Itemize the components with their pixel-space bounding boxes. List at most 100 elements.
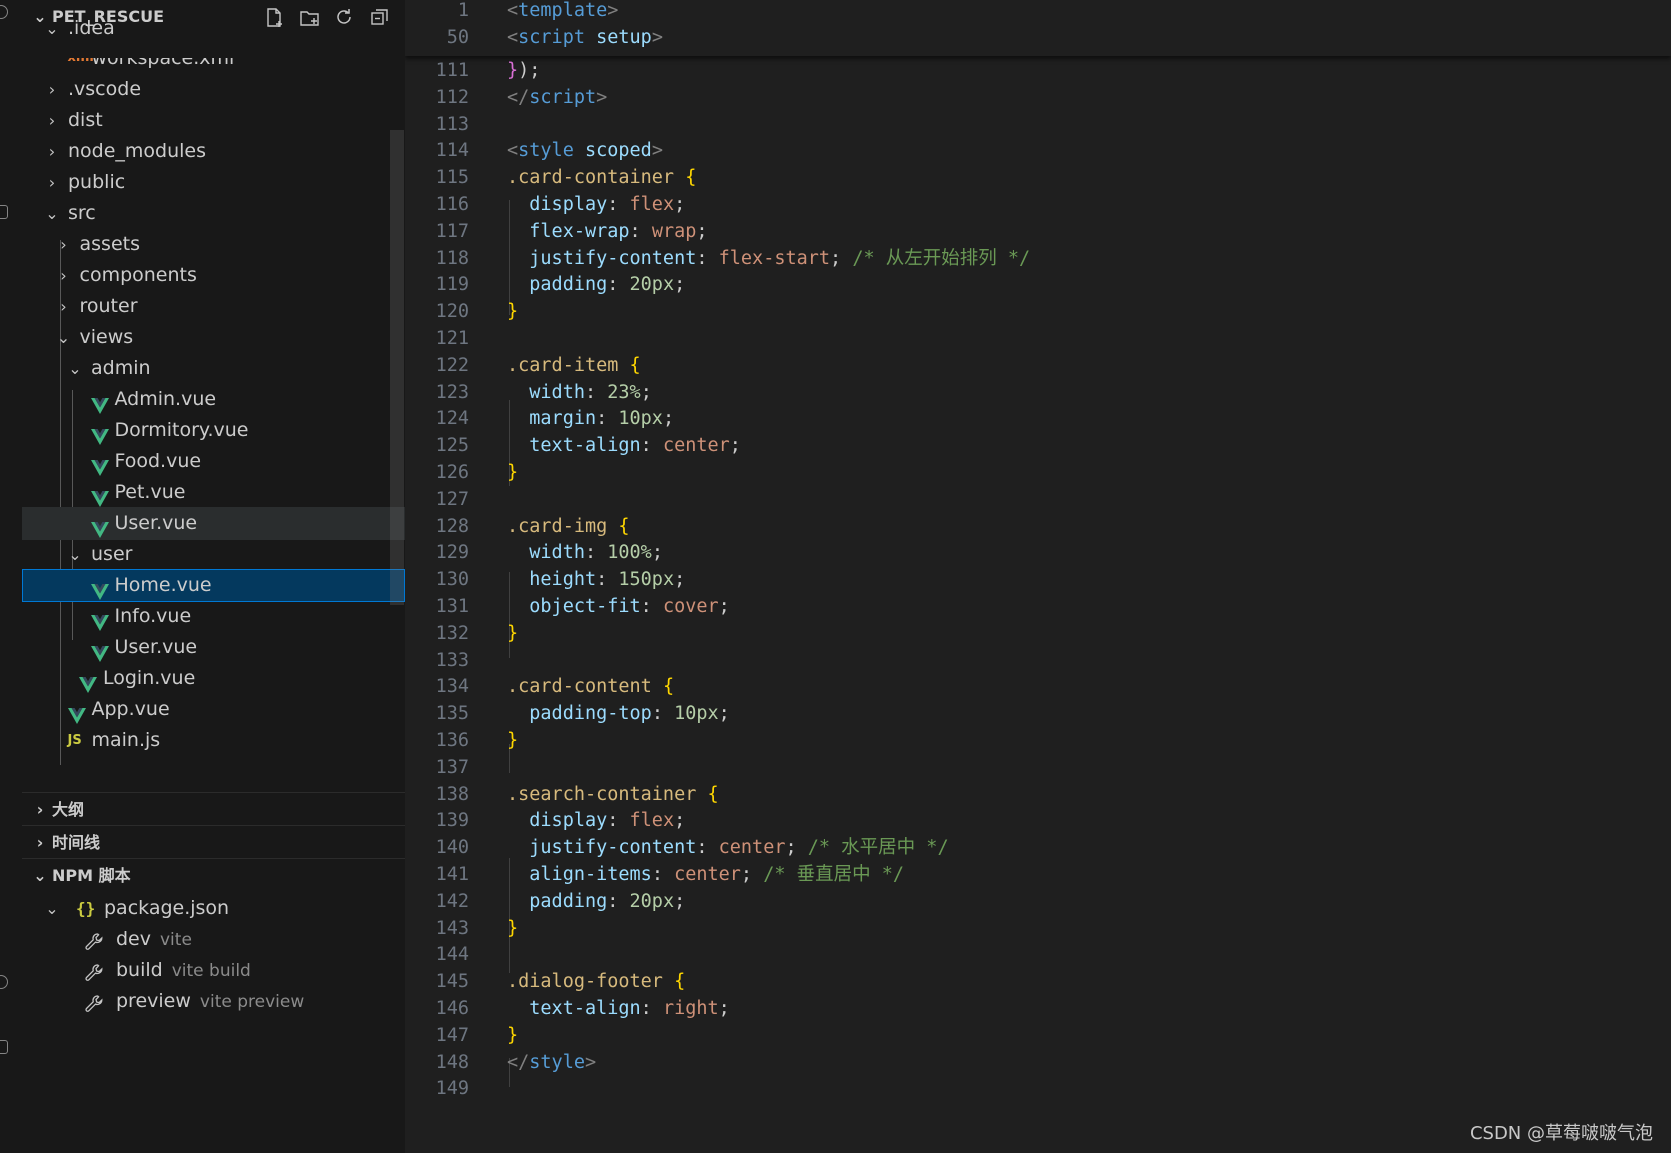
tree-file-row[interactable]: User.vue [22,507,405,540]
tree-folder-row[interactable]: › public [22,166,405,199]
code-line[interactable]: 115 .card-container { [405,164,1671,193]
code-line[interactable]: 130 height: 150px; [405,566,1671,595]
code-token: : [607,890,630,912]
timeline-section-header[interactable]: › 时间线 [22,825,405,859]
tree-file-row[interactable]: Info.vue [22,600,405,633]
code-token: /* 从左开始排列 */ [852,247,1031,269]
activity-icon[interactable] [0,5,8,19]
code-token: padding [529,890,608,912]
line-number: 130 [435,569,469,591]
code-line[interactable]: 116 display: flex; [405,191,1671,220]
code-line[interactable]: 135 padding-top: 10px; [405,700,1671,729]
tree-folder-row[interactable]: › node_modules [22,135,405,168]
sticky-scroll-header[interactable]: 1 <template> 50 <script setup> [405,0,1671,56]
tree-file-row[interactable]: Admin.vue [22,383,405,416]
code-line[interactable]: 149 [405,1075,1671,1104]
tree-folder-row[interactable]: ⌄ admin [22,352,405,385]
code-line[interactable]: 112 </script> [405,84,1671,113]
code-line[interactable]: 124 margin: 10px; [405,405,1671,434]
code-line[interactable]: 114 <style scoped> [405,137,1671,166]
tree-folder-row[interactable]: › .vscode [22,73,405,106]
code-line[interactable]: 122 .card-item { [405,352,1671,381]
npm-script-row[interactable]: build vite build [22,954,405,987]
explorer-scrollbar[interactable] [390,130,404,605]
npm-scripts-section-header[interactable]: ⌄ NPM 脚本 [22,858,405,892]
code-line[interactable]: 133 [405,647,1671,676]
code-line[interactable]: 132} [405,620,1671,649]
code-line[interactable]: 1 <template> [405,0,1671,26]
code-line[interactable]: 148 </style> [405,1049,1671,1078]
explorer-sidebar: ⌄ PET_RESCUE ⌄.ideaxmlworkspace.xml›.vsc… [22,0,406,1153]
tree-folder-row[interactable]: › components [22,259,405,292]
code-text: }); [507,57,540,86]
code-line[interactable]: 140 justify-content: center; /* 水平居中 */ [405,834,1671,863]
tree-folder-row[interactable]: › router [22,290,405,323]
code-line[interactable]: 126} [405,459,1671,488]
code-token: display [529,810,608,832]
code-token: { [662,676,675,698]
code-line[interactable]: 127 [405,486,1671,515]
tree-folder-row[interactable]: ⌄ .idea [22,12,405,45]
code-line[interactable]: 121 [405,325,1671,354]
code-line[interactable]: 145 .dialog-footer { [405,968,1671,997]
code-line[interactable]: 143} [405,915,1671,944]
tree-file-row[interactable]: Dormitory.vue [22,414,405,447]
tree-folder-row[interactable]: ⌄ views [22,321,405,354]
code-line[interactable]: 50 <script setup> [405,24,1671,53]
code-line[interactable]: 137 [405,754,1671,783]
code-line[interactable]: 119 padding: 20px; [405,271,1671,300]
tree-file-row[interactable]: App.vue [22,693,405,726]
tree-file-row[interactable]: xmlworkspace.xml [22,58,405,70]
tree-file-row[interactable]: JS main.js [22,724,405,757]
code-line[interactable]: 120} [405,298,1671,327]
code-line[interactable]: 131 object-fit: cover; [405,593,1671,622]
code-line[interactable]: 147} [405,1022,1671,1051]
line-number: 144 [435,944,469,966]
code-text: </style> [507,1049,596,1078]
npm-script-row[interactable]: dev vite [22,923,405,956]
npm-package-row[interactable]: ⌄ {} package.json [22,892,405,925]
tree-file-row[interactable]: Food.vue [22,445,405,478]
code-line[interactable]: 146 text-align: right; [405,995,1671,1024]
code-line[interactable]: 139 display: flex; [405,807,1671,836]
code-line[interactable]: 123 width: 23%; [405,379,1671,408]
code-line[interactable]: 138 .search-container { [405,781,1671,810]
code-text: align-items: center; /* 垂直居中 */ [507,861,904,890]
code-line[interactable]: 128 .card-img { [405,513,1671,542]
tree-folder-row[interactable]: › assets [22,228,405,261]
tree-folder-row[interactable]: › dist [22,104,405,137]
code-line[interactable]: 144 [405,941,1671,970]
activity-icon[interactable] [0,205,8,219]
code-token: { [618,515,630,537]
tree-file-row[interactable]: User.vue [22,631,405,664]
code-line[interactable]: 136} [405,727,1671,756]
code-text: } [507,620,518,649]
code-token: 10px [618,408,663,430]
tree-folder-row[interactable]: ⌄ user [22,538,405,571]
code-line[interactable]: 118 justify-content: flex-start; /* 从左开始… [405,245,1671,274]
code-token: .card-img [507,515,608,537]
code-line[interactable]: 134 .card-content { [405,673,1671,702]
activity-icon[interactable] [0,975,8,989]
outline-section-header[interactable]: › 大纲 [22,792,405,826]
tree-file-row[interactable]: Home.vue [22,569,405,602]
tree-file-row[interactable]: Pet.vue [22,476,405,509]
code-editor[interactable]: 1 <template> 50 <script setup> 111}); 112 </s… [405,0,1671,1153]
code-line[interactable]: 142 padding: 20px; [405,888,1671,917]
code-line[interactable]: 111}); [405,57,1671,86]
code-line[interactable]: 141 align-items: center; /* 垂直居中 */ [405,861,1671,890]
wrench-icon [84,930,104,950]
code-line[interactable]: 125 text-align: center; [405,432,1671,461]
code-token: { [707,783,719,805]
code-line[interactable]: 113 [405,111,1671,140]
activity-icon[interactable] [0,1040,8,1054]
code-line[interactable]: 129 width: 100%; [405,539,1671,568]
npm-script-row[interactable]: preview vite preview [22,985,405,1018]
tree-file-row[interactable]: Login.vue [22,662,405,695]
tree-folder-row[interactable]: ⌄ src [22,197,405,230]
code-line[interactable]: 117 flex-wrap: wrap; [405,218,1671,247]
